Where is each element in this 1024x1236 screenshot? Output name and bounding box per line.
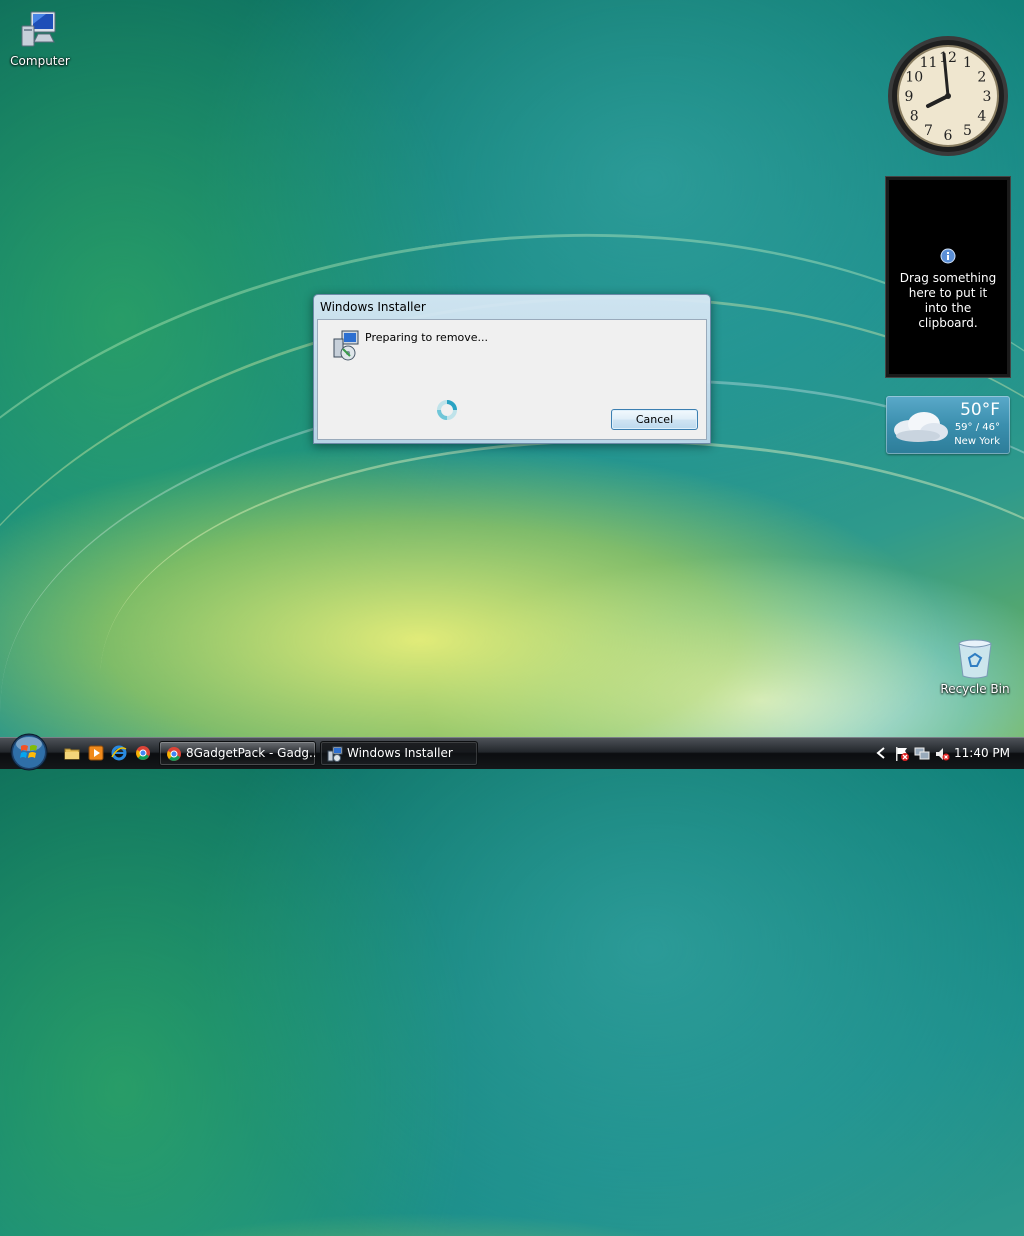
- cloud-icon: [894, 412, 948, 442]
- clock-numeral: 2: [977, 70, 986, 86]
- computer-icon: [21, 11, 56, 47]
- network-icon[interactable]: [914, 746, 930, 762]
- chevron-left-icon[interactable]: [876, 747, 886, 759]
- wallpaper-streak: [0, 349, 1024, 1014]
- clock-numeral: 6: [944, 128, 953, 144]
- internet-explorer-icon[interactable]: [111, 745, 127, 761]
- chrome-icon: [167, 747, 181, 761]
- clock-numeral: 9: [905, 89, 914, 105]
- weather-gadget[interactable]: 50°F 59° / 46° New York: [886, 396, 1010, 454]
- desktop-icon-computer[interactable]: Computer: [0, 8, 80, 68]
- taskbar-button-8gadgetpack[interactable]: 8GadgetPack - Gadg...: [159, 741, 316, 766]
- volume-muted-icon[interactable]: [934, 746, 950, 762]
- desktop-icon-recycle-bin[interactable]: Recycle Bin: [935, 636, 1015, 696]
- weather-temp: 50°F: [960, 400, 1000, 420]
- installer-icon: [333, 330, 359, 361]
- weather-range: 59° / 46°: [954, 422, 1000, 433]
- clock-numeral: 1: [963, 55, 972, 71]
- cancel-button[interactable]: Cancel: [611, 409, 698, 430]
- clipboard-message: Drag something here to put it into the c…: [899, 271, 997, 330]
- clock-numeral: 4: [977, 109, 986, 125]
- clipboard-gadget[interactable]: Drag something here to put it into the c…: [885, 176, 1011, 378]
- taskbar-clock[interactable]: 11:40 PM: [954, 746, 1010, 760]
- start-button[interactable]: [9, 732, 49, 772]
- weather-city: New York: [954, 436, 1000, 447]
- clock-gadget[interactable]: 12 1 2 3 4 5 6 7 8 9 10 11: [886, 34, 1010, 158]
- taskbar: 8GadgetPack - Gadg... Windows Installer: [0, 733, 1024, 771]
- clock-face: 12 12 3 45678 9 1011: [888, 36, 1008, 156]
- taskbar-button-windows-installer[interactable]: Windows Installer: [320, 741, 478, 766]
- busy-spinner-icon: [437, 400, 457, 420]
- clock-numeral: 11: [920, 55, 938, 71]
- dialog-client: Preparing to remove... Cancel: [317, 319, 707, 440]
- clock-numeral: 3: [983, 89, 992, 105]
- taskbar-button-label: Windows Installer: [347, 746, 453, 760]
- action-center-flag-icon[interactable]: [894, 746, 910, 762]
- dialog-title[interactable]: Windows Installer: [314, 295, 710, 319]
- system-tray: 11:40 PM: [872, 738, 1024, 769]
- wallpaper-streak: [91, 420, 1024, 963]
- desktop-icon-label: Recycle Bin: [940, 682, 1010, 696]
- installer-icon: [327, 746, 343, 762]
- chrome-icon[interactable]: [135, 745, 151, 761]
- clock-numeral: 5: [963, 123, 972, 139]
- folder-icon[interactable]: [64, 745, 80, 761]
- clock-numeral: 8: [910, 109, 919, 125]
- desktop-icon-label: Computer: [10, 54, 70, 68]
- taskbar-button-label: 8GadgetPack - Gadg...: [186, 746, 316, 760]
- dialog-status-text: Preparing to remove...: [365, 331, 489, 344]
- clock-numeral: 10: [905, 70, 923, 86]
- media-player-icon[interactable]: [88, 745, 104, 761]
- clock-numeral: 7: [924, 123, 933, 139]
- info-icon: [940, 248, 956, 264]
- installer-dialog: Windows Installer Preparing to remove...…: [313, 294, 711, 444]
- recycle-bin-icon: [958, 639, 992, 679]
- clock-numeral: 12: [939, 50, 957, 66]
